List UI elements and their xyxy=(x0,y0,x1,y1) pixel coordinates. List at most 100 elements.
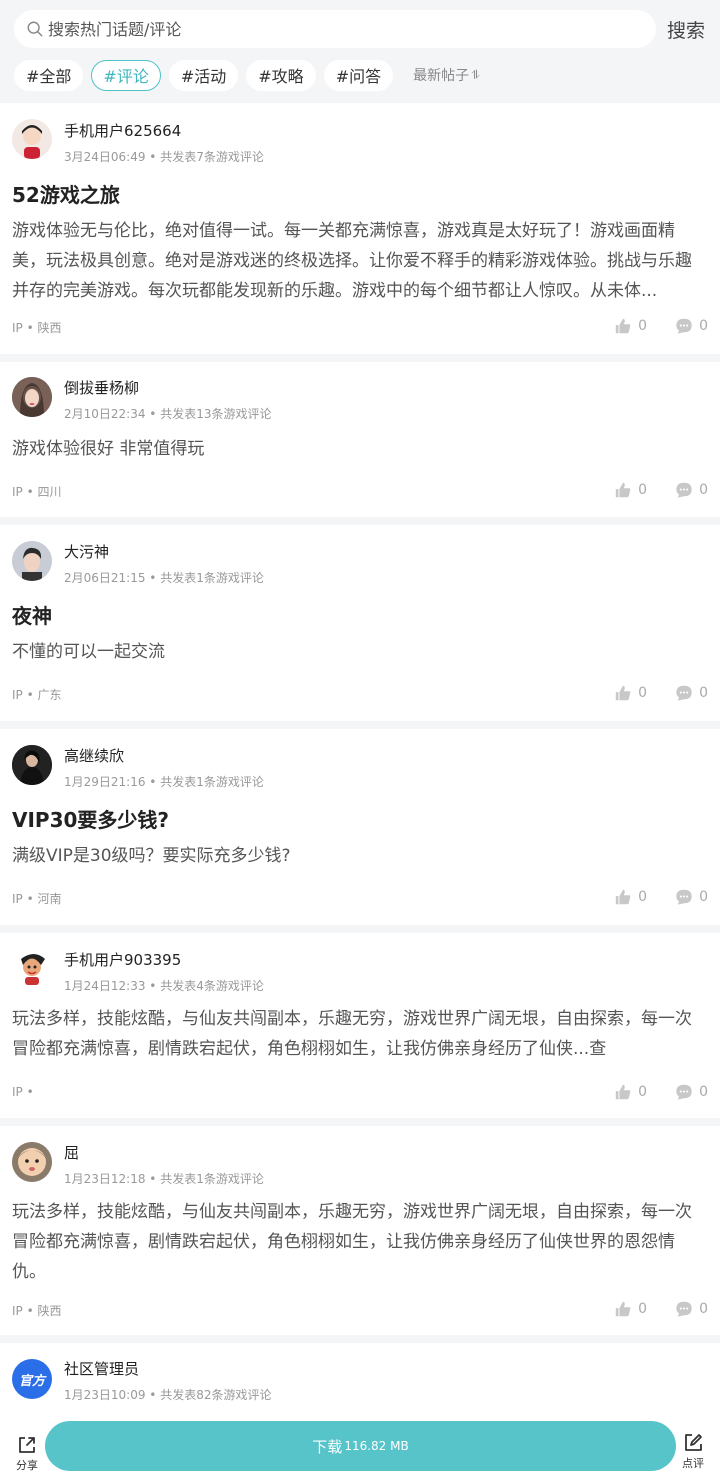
official-avatar[interactable]: 官方 xyxy=(12,1359,52,1399)
username[interactable]: 大污神 xyxy=(64,541,109,562)
ip-location: IP • 陕西 xyxy=(12,321,62,335)
review-button[interactable]: 点评 xyxy=(678,1432,708,1471)
post-card[interactable]: 手机用户903395 1月24日12:33 • 共发表4条游戏评论 玩法多样，技… xyxy=(0,933,720,1118)
sort-dropdown[interactable]: 最新帖子 ⥮ xyxy=(413,65,480,85)
avatar[interactable] xyxy=(12,1142,52,1182)
comment-button[interactable]: 0 xyxy=(675,888,708,906)
like-count: 0 xyxy=(638,482,648,498)
like-icon xyxy=(615,482,631,498)
post-card[interactable]: 大污神 2月06日21:15 • 共发表1条游戏评论 夜神 不懂的可以一起交流 … xyxy=(0,525,720,721)
comment-icon xyxy=(676,1084,692,1100)
post-card[interactable]: 官方 社区管理员 1月23日10:09 • 共发表82条游戏评论 xyxy=(0,1343,720,1423)
post-meta: 1月23日12:18 • 共发表1条游戏评论 xyxy=(64,1172,264,1186)
ip-location: IP • 四川 xyxy=(12,485,62,499)
post-content[interactable]: 不懂的可以一起交流 xyxy=(12,637,708,667)
post-content[interactable]: 玩法多样，技能炫酷，与仙友共闯副本，乐趣无穷，游戏世界广阔无垠，自由探索，每一次… xyxy=(12,1004,708,1064)
avatar[interactable] xyxy=(12,377,52,417)
tab-event[interactable]: #活动 xyxy=(168,59,239,91)
sort-icon: ⥮ xyxy=(471,67,480,82)
comment-count: 0 xyxy=(699,482,708,498)
tab-review[interactable]: #评论 xyxy=(91,59,161,91)
like-count: 0 xyxy=(638,1084,648,1100)
comment-button[interactable]: 0 xyxy=(675,481,708,499)
username[interactable]: 社区管理员 xyxy=(64,1358,139,1379)
share-icon xyxy=(19,1437,35,1453)
share-button[interactable]: 分享 xyxy=(12,1434,42,1473)
comment-count: 0 xyxy=(699,1084,708,1100)
post-meta: 2月06日21:15 • 共发表1条游戏评论 xyxy=(64,571,264,585)
avatar[interactable] xyxy=(12,949,52,989)
like-button[interactable]: 0 xyxy=(614,1083,647,1101)
like-button[interactable]: 0 xyxy=(614,888,647,906)
topic-tabs: #全部 #评论 #活动 #攻略 #问答 最新帖子 ⥮ xyxy=(14,59,480,91)
review-label: 点评 xyxy=(682,1457,704,1470)
username[interactable]: 手机用户625664 xyxy=(64,120,181,141)
like-count: 0 xyxy=(638,889,648,905)
edit-icon xyxy=(685,1434,702,1451)
post-meta: 2月10日22:34 • 共发表13条游戏评论 xyxy=(64,407,272,421)
sort-label: 最新帖子 xyxy=(413,68,470,84)
comment-button[interactable]: 0 xyxy=(675,1300,708,1318)
like-count: 0 xyxy=(638,685,648,701)
like-icon xyxy=(615,1084,631,1100)
ip-location: IP • 广东 xyxy=(12,688,62,702)
post-content[interactable]: 满级VIP是30级吗？要实际充多少钱? xyxy=(12,841,708,871)
avatar[interactable] xyxy=(12,541,52,581)
post-actions: 0 0 xyxy=(614,1300,708,1318)
post-content[interactable]: 游戏体验无与伦比，绝对值得一试。每一关都充满惊喜，游戏真是太好玩了！游戏画面精美… xyxy=(12,216,708,306)
comment-button[interactable]: 0 xyxy=(675,684,708,702)
comment-icon xyxy=(676,889,692,905)
header: 搜索 #全部 #评论 #活动 #攻略 #问答 最新帖子 ⥮ xyxy=(0,0,720,103)
tab-guide[interactable]: #攻略 xyxy=(246,59,316,91)
post-title[interactable]: VIP30要多少钱? xyxy=(12,804,169,833)
like-button[interactable]: 0 xyxy=(614,684,647,702)
tab-all[interactable]: #全部 xyxy=(14,59,84,91)
download-label: 下载 xyxy=(312,1437,343,1456)
post-card[interactable]: 屈 1月23日12:18 • 共发表1条游戏评论 玩法多样，技能炫酷，与仙友共闯… xyxy=(0,1126,720,1335)
comment-count: 0 xyxy=(699,889,708,905)
like-icon xyxy=(615,685,631,701)
post-meta: 1月29日21:16 • 共发表1条游戏评论 xyxy=(64,775,264,789)
comment-button[interactable]: 0 xyxy=(675,1083,708,1101)
download-button[interactable]: 下载 116.82 MB xyxy=(45,1421,676,1471)
username[interactable]: 手机用户903395 xyxy=(64,949,181,970)
comment-button[interactable]: 0 xyxy=(675,317,708,335)
like-button[interactable]: 0 xyxy=(614,481,647,499)
comment-icon xyxy=(676,482,692,498)
search-box[interactable] xyxy=(14,10,656,48)
ip-location: IP • 河南 xyxy=(12,892,62,906)
bottom-bar: 分享 下载 116.82 MB 点评 xyxy=(0,1414,720,1479)
ip-location: IP • xyxy=(12,1085,34,1099)
avatar[interactable] xyxy=(12,119,52,159)
post-title[interactable]: 52游戏之旅 xyxy=(12,179,120,208)
avatar[interactable] xyxy=(12,745,52,785)
like-button[interactable]: 0 xyxy=(614,1300,647,1318)
post-actions: 0 0 xyxy=(614,684,708,702)
post-card[interactable]: 倒拔垂杨柳 2月10日22:34 • 共发表13条游戏评论 游戏体验很好 非常值… xyxy=(0,362,720,517)
search-button[interactable]: 搜索 xyxy=(667,16,705,43)
like-icon xyxy=(615,318,631,334)
post-card[interactable]: 手机用户625664 3月24日06:49 • 共发表7条游戏评论 52游戏之旅… xyxy=(0,103,720,354)
username[interactable]: 屈 xyxy=(64,1142,79,1163)
username[interactable]: 倒拔垂杨柳 xyxy=(64,377,139,398)
download-size: 116.82 MB xyxy=(344,1439,409,1453)
comment-icon xyxy=(676,318,692,334)
like-icon xyxy=(615,1301,631,1317)
comment-count: 0 xyxy=(699,318,708,334)
username[interactable]: 高继续欣 xyxy=(64,745,124,766)
post-meta: 1月23日10:09 • 共发表82条游戏评论 xyxy=(64,1388,272,1402)
share-label: 分享 xyxy=(16,1459,38,1472)
post-title[interactable]: 夜神 xyxy=(12,600,52,629)
post-actions: 0 0 xyxy=(614,481,708,499)
search-input[interactable] xyxy=(48,19,608,39)
tab-qa[interactable]: #问答 xyxy=(323,59,394,91)
comment-count: 0 xyxy=(699,1301,708,1317)
post-card[interactable]: 高继续欣 1月29日21:16 • 共发表1条游戏评论 VIP30要多少钱? 满… xyxy=(0,729,720,925)
post-content[interactable]: 玩法多样，技能炫酷，与仙友共闯副本，乐趣无穷，游戏世界广阔无垠，自由探索，每一次… xyxy=(12,1197,708,1287)
post-actions: 0 0 xyxy=(614,1083,708,1101)
like-icon xyxy=(615,889,631,905)
like-count: 0 xyxy=(638,1301,648,1317)
post-content[interactable]: 游戏体验很好 非常值得玩 xyxy=(12,434,708,464)
comment-count: 0 xyxy=(699,685,708,701)
like-button[interactable]: 0 xyxy=(614,317,647,335)
